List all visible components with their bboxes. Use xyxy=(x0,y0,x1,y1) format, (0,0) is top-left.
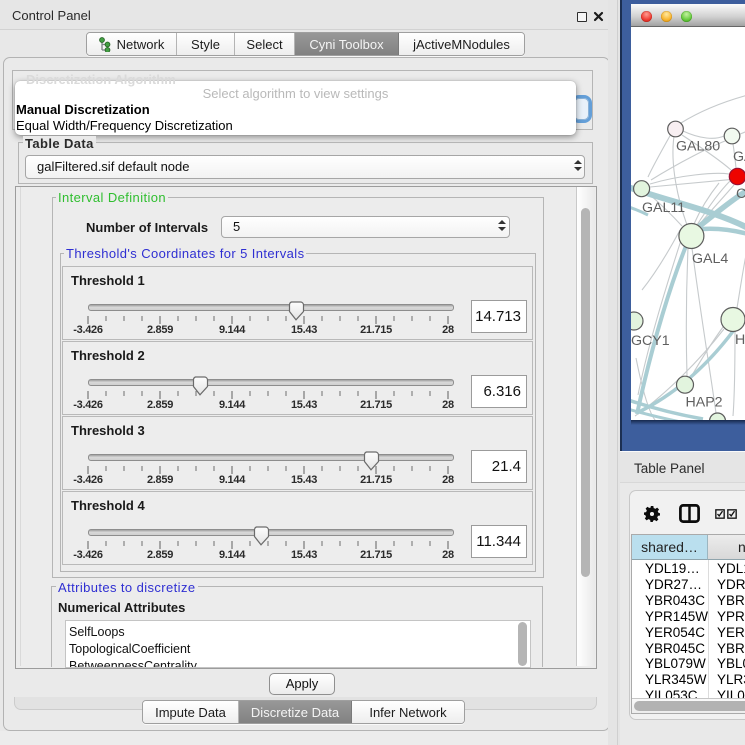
svg-text:GAL80: GAL80 xyxy=(676,139,720,155)
svg-text:GAL11: GAL11 xyxy=(642,200,685,216)
svg-text:GCY1: GCY1 xyxy=(631,333,670,349)
svg-text:GA: GA xyxy=(733,149,745,165)
svg-text:GAL4: GAL4 xyxy=(692,251,728,267)
svg-text:HAP2: HAP2 xyxy=(686,395,723,411)
svg-text:HI: HI xyxy=(735,332,745,348)
svg-text:CY: CY xyxy=(736,186,745,202)
